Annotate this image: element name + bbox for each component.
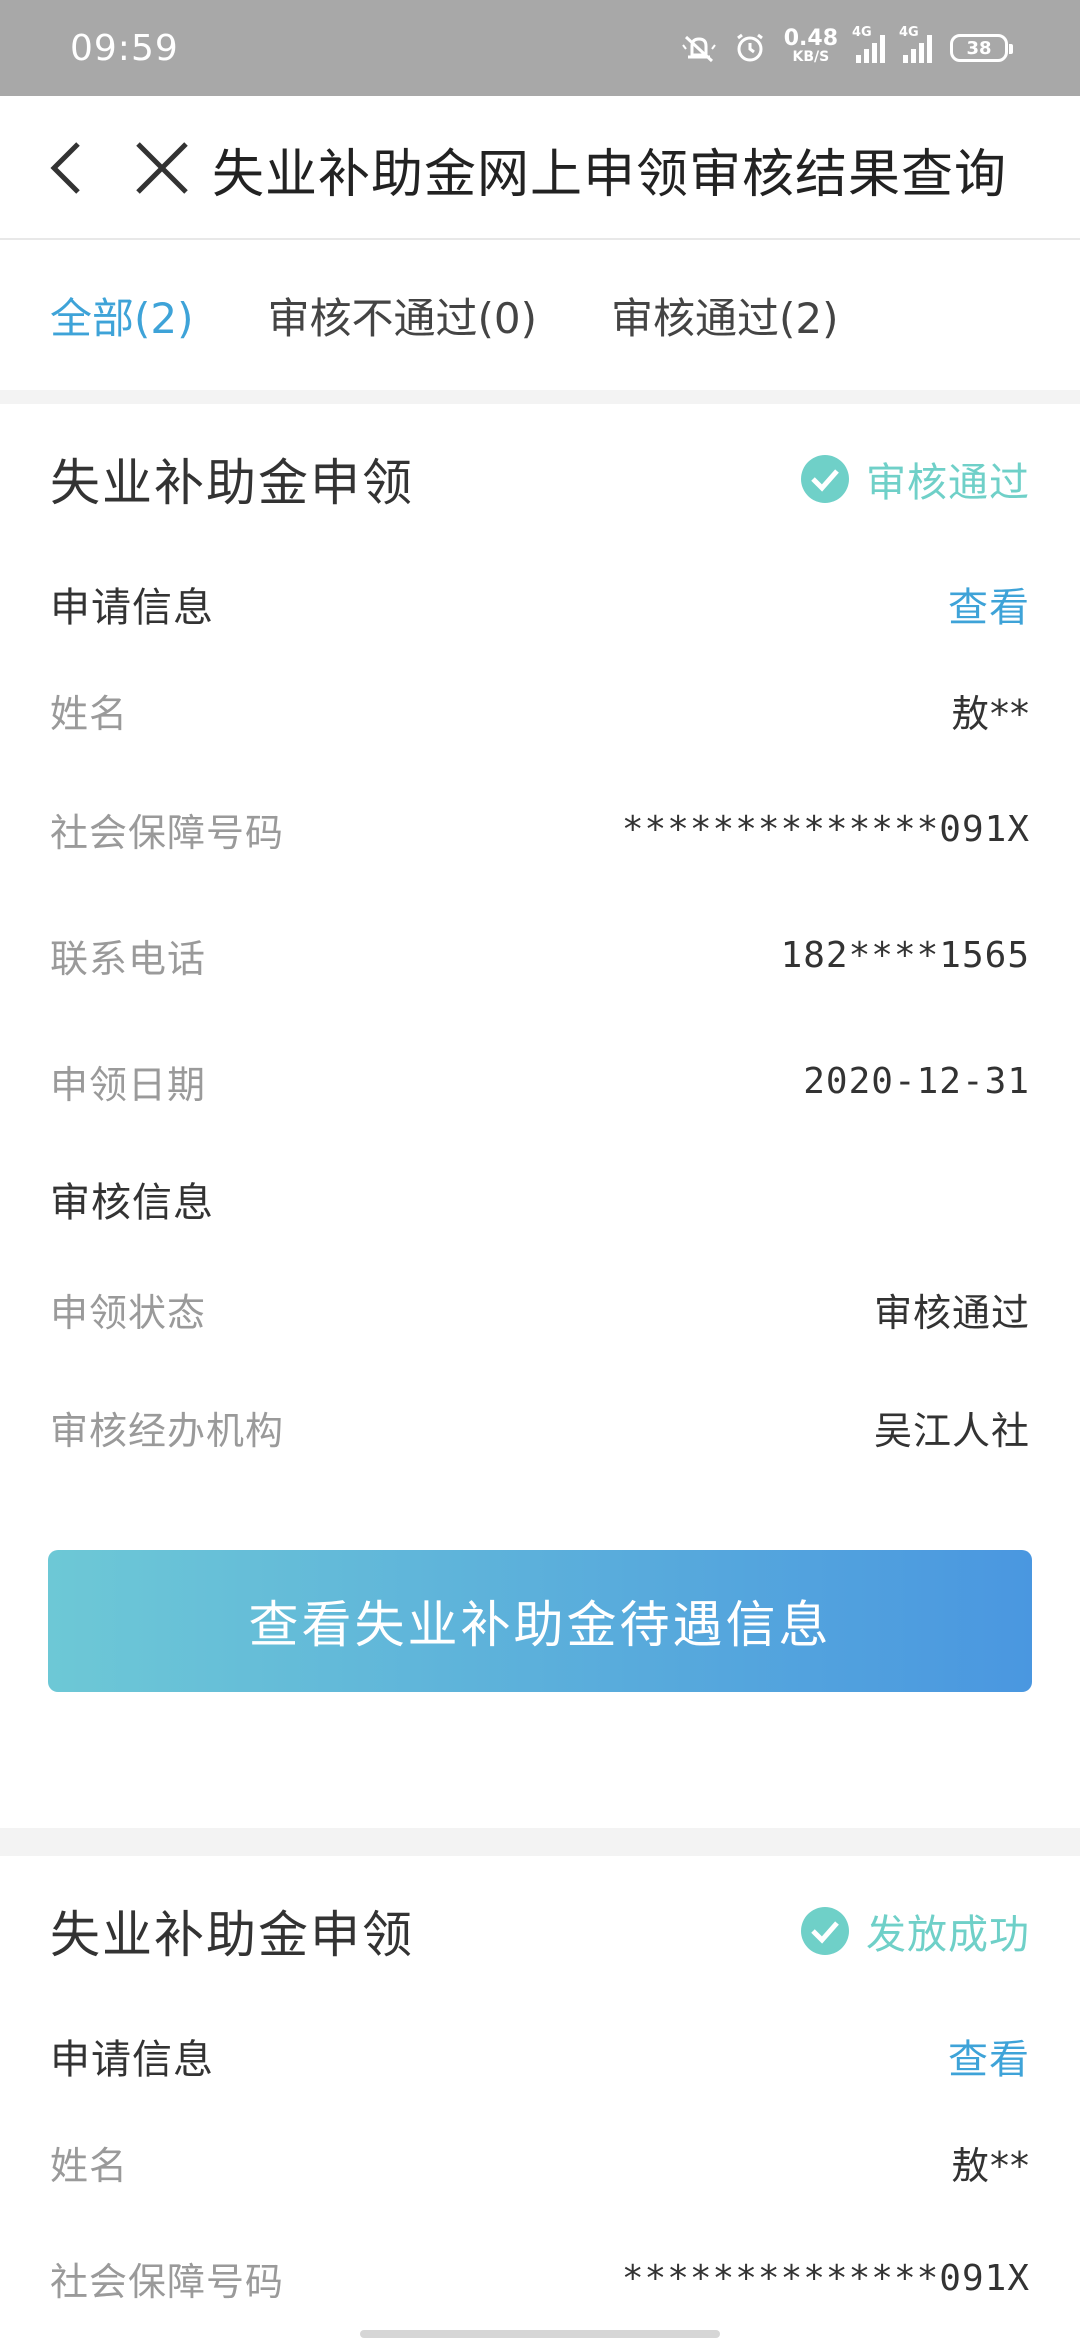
mute-icon [681,35,716,63]
info-row-name: 姓名 敖** [0,654,1080,766]
status-text: 发放成功 [866,1912,1030,1958]
nav-header: 失业补助金网上申领审核结果查询 [0,96,1080,240]
row-value: **************091X [621,2257,1030,2299]
row-label: 联系电话 [50,936,207,981]
card-header: 失业补助金申领 审核通过 [0,404,1080,554]
tab-all[interactable]: 全部(2) [50,285,194,346]
section-title: 申请信息 [50,2037,214,2083]
row-label: 社会保障号码 [50,810,285,855]
status-text: 审核通过 [866,460,1030,506]
view-link[interactable]: 查看 [948,2027,1030,2085]
check-circle-icon [801,1907,849,1955]
row-value: 敖** [950,2143,1030,2188]
status-badge: 审核通过 [800,450,1030,508]
signal-icon: 4G [852,25,885,63]
tab-approved[interactable]: 审核通过(2) [611,285,839,346]
row-label: 审核经办机构 [50,1408,285,1453]
view-link[interactable]: 查看 [948,575,1030,633]
tab-rejected[interactable]: 审核不通过(0) [268,285,538,346]
page-title: 失业补助金网上申领审核结果查询 [212,145,1008,205]
view-benefit-button[interactable]: 查看失业补助金待遇信息 [48,1550,1032,1692]
card-title: 失业补助金申领 [50,454,414,512]
battery-icon: 38 [950,34,1013,62]
row-label: 社会保障号码 [50,2259,285,2304]
home-indicator [360,2330,720,2338]
info-row-name: 姓名 敖** [0,2106,1080,2218]
divider [0,1828,1080,1856]
row-value: **************091X [621,808,1030,850]
network-speed: 0.48 KB/S [783,26,838,66]
row-value: 审核通过 [873,1290,1030,1335]
section-title: 申请信息 [50,585,214,631]
row-label: 姓名 [50,2143,129,2188]
info-row-ssn: 社会保障号码 **************091X [0,766,1080,892]
divider [0,390,1080,404]
info-row-agency: 审核经办机构 吴江人社 [0,1364,1080,1490]
card-header: 失业补助金申领 发放成功 [0,1856,1080,2006]
check-circle-icon [801,455,849,503]
review-info-header: 审核信息 [0,1144,1080,1254]
close-icon[interactable] [134,140,190,196]
status-icons: 0.48 KB/S 4G 4G 38 [681,25,1013,66]
filter-tabs: 全部(2) 审核不通过(0) 审核通过(2) [0,240,1080,390]
apply-info-header: 申请信息 查看 [0,2006,1080,2106]
section-title: 审核信息 [50,1180,214,1226]
apply-info-header: 申请信息 查看 [0,554,1080,654]
status-badge: 发放成功 [800,1902,1030,1960]
status-bar: 09:59 0.48 KB/S 4G 4G 38 [0,0,1080,96]
info-row-status: 申领状态 审核通过 [0,1254,1080,1364]
row-label: 姓名 [50,691,129,736]
row-value: 敖** [950,691,1030,736]
row-value: 吴江人社 [873,1408,1030,1453]
row-label: 申领日期 [50,1062,207,1107]
signal-icon-2: 4G [899,25,932,63]
info-row-phone: 联系电话 182****1565 [0,892,1080,1018]
status-time: 09:59 [70,27,179,69]
back-arrow-icon[interactable] [46,140,86,196]
info-row-ssn: 社会保障号码 **************091X [0,2218,1080,2338]
row-label: 申领状态 [50,1290,207,1335]
row-value: 2020-12-31 [803,1060,1030,1102]
row-value: 182****1565 [780,934,1030,976]
info-row-date: 申领日期 2020-12-31 [0,1018,1080,1144]
application-card: 失业补助金申领 审核通过 申请信息 查看 姓名 敖** 社会保障号码 *****… [0,404,1080,1828]
application-card: 失业补助金申领 发放成功 申请信息 查看 姓名 敖** 社会保障号码 *****… [0,1856,1080,2340]
alarm-icon [736,33,763,62]
card-title: 失业补助金申领 [50,1906,414,1964]
